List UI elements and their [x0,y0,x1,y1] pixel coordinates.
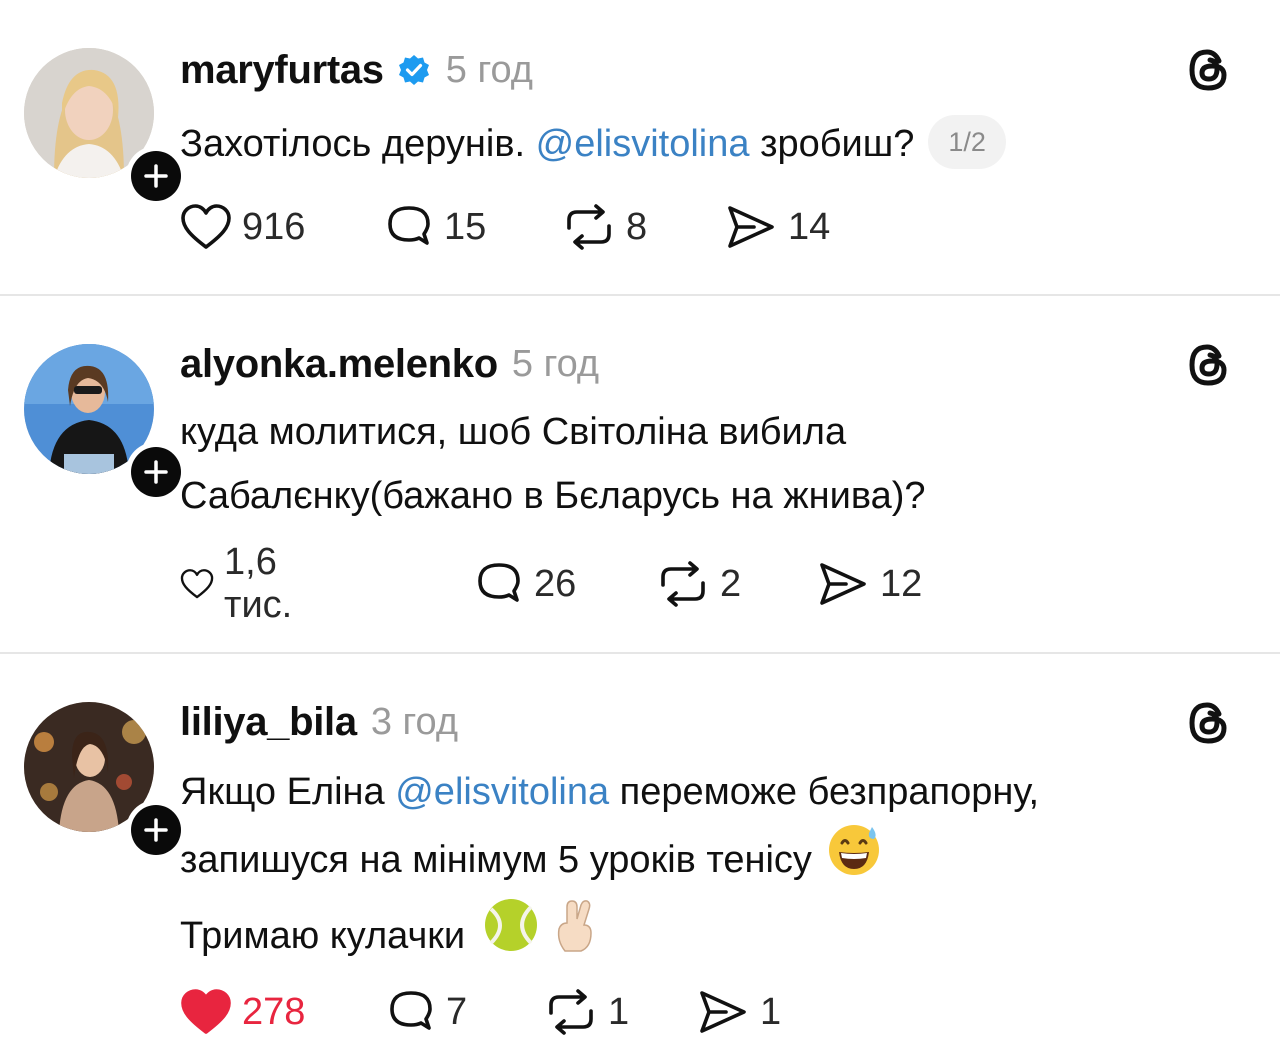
follow-button[interactable] [126,146,186,206]
post-text-part: переможе безпрапорну, [609,771,1040,813]
post-text-line: запишуся на мінімум 5 уроків тенісу [180,824,1250,900]
reply-button[interactable]: 7 [386,984,467,1040]
repost-count: 1 [608,990,630,1033]
post-text-part: Захотілось дерунів. [180,123,536,165]
reply-icon [388,206,430,245]
like-button[interactable]: 278 [180,984,305,1040]
follow-button[interactable] [126,800,186,860]
post-text-line: куда молитися, шоб Світоліна вибила [180,411,847,453]
follow-plus-icon [131,447,181,497]
crossed-fingers-emoji [551,897,599,973]
reply-button[interactable]: 15 [384,199,486,255]
share-button[interactable]: 14 [724,199,830,255]
reply-count: 26 [534,562,577,605]
tennis-ball-emoji [483,897,539,973]
post-header: liliya_bila 3 год [180,694,458,750]
like-button[interactable]: 916 [180,199,305,255]
post-text: Якщо Еліна @elisvitolina переможе безпра… [180,760,1250,976]
threads-logo-icon[interactable] [1186,342,1232,388]
thread-post-1: maryfurtas 5 год Захотілось дерунів. @el… [0,0,1280,295]
threads-logo-icon[interactable] [1186,47,1232,93]
reply-count: 7 [446,990,468,1033]
share-count: 14 [788,205,831,248]
follow-plus-icon [131,151,181,201]
post-text: Захотілось дерунів. @elisvitolina зробиш… [180,112,1250,176]
share-icon [728,206,774,248]
repost-icon [549,989,593,1035]
repost-count: 8 [626,205,648,248]
post-time: 5 год [445,48,533,91]
thread-post-2: alyonka.melenko 5 год куда молитися, шоб… [0,296,1280,652]
threads-logo-icon[interactable] [1186,700,1232,746]
post-text-line: Тримаю кулачки [180,897,1250,976]
share-count: 12 [880,562,923,605]
share-button[interactable]: 12 [816,556,922,612]
post-text: куда молитися, шоб Світоліна вибила Саба… [180,400,1250,528]
avatar-maryfurtas[interactable] [24,48,186,206]
post-text-line: Сабалєнку(бажано в Бєларусь на жнива)? [180,475,926,517]
share-icon [820,563,866,605]
post-text-part: запишуся на мінімум 5 уроків тенісу [180,839,812,882]
thread-post-3: liliya_bila 3 год Якщо Еліна @elisvitoli… [0,654,1280,1055]
follow-plus-icon [131,805,181,855]
post-header: alyonka.melenko 5 год [180,336,599,392]
repost-icon [567,204,611,250]
follow-button[interactable] [126,442,186,502]
post-text-part: зробиш? [749,123,915,165]
avatar-liliya-bila[interactable] [24,702,186,860]
repost-button[interactable]: 1 [544,984,629,1040]
post-text-part: Тримаю кулачки [180,915,466,958]
heart-icon [180,569,214,599]
username[interactable]: maryfurtas [180,48,384,93]
mention-link[interactable]: @elisvitolina [536,123,750,165]
heart-icon [181,989,231,1034]
post-time: 3 год [370,700,459,743]
share-icon [700,991,746,1033]
grinning-sweat-emoji [826,821,882,897]
repost-button[interactable]: 8 [562,199,647,255]
like-button[interactable]: 1,6 тис. [180,541,310,626]
like-count: 278 [242,990,306,1033]
reply-icon [390,991,432,1030]
username[interactable]: liliya_bila [180,700,357,745]
username[interactable]: alyonka.melenko [180,342,498,387]
verified-badge-icon [396,52,432,88]
avatar-alyonka-melenko[interactable] [24,344,186,502]
heart-icon [181,204,231,249]
reply-count: 15 [444,205,487,248]
reply-icon [478,563,520,602]
reply-button[interactable]: 26 [474,556,576,612]
repost-icon [661,561,705,607]
post-header: maryfurtas 5 год [180,42,533,98]
post-time: 5 год [511,342,600,385]
repost-button[interactable]: 2 [656,556,741,612]
mention-link[interactable]: @elisvitolina [395,771,609,813]
post-text-line: Якщо Еліна @elisvitolina переможе безпра… [180,760,1250,824]
repost-count: 2 [720,562,742,605]
share-count: 1 [760,990,782,1033]
share-button[interactable]: 1 [696,984,781,1040]
like-count: 1,6 тис. [224,541,293,626]
like-count: 916 [242,205,306,248]
post-text-part: Якщо Еліна [180,771,396,813]
page-indicator: 1/2 [928,114,1006,169]
